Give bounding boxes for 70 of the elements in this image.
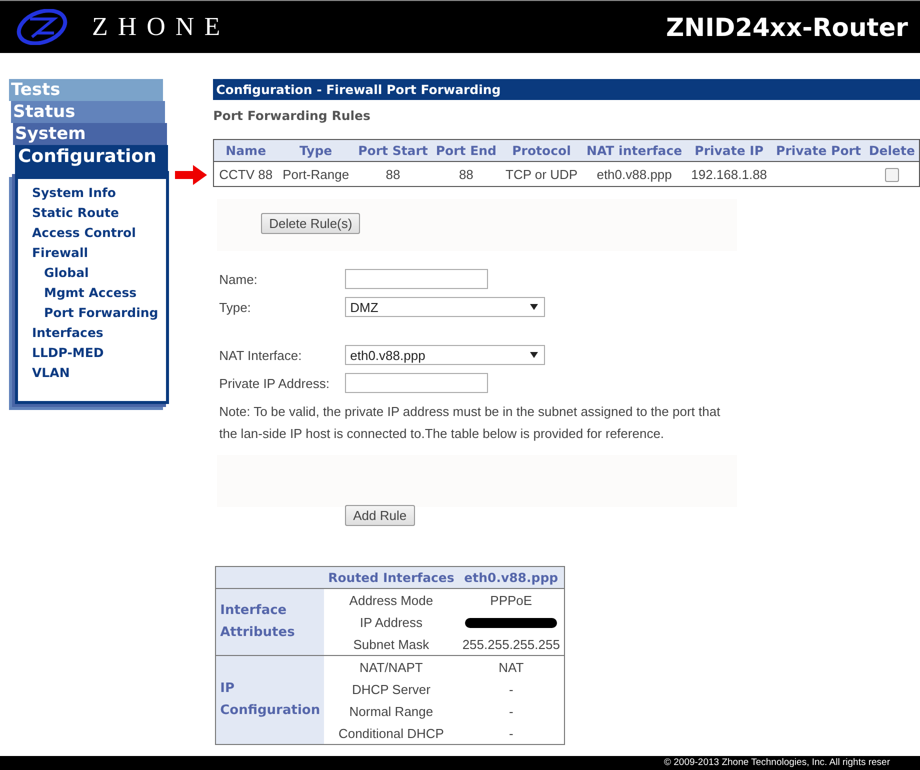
caret-icon [530, 352, 538, 358]
input-field[interactable] [345, 269, 488, 289]
table-cell: - [508, 682, 514, 696]
nav-tab[interactable]: Status [11, 101, 165, 123]
nav-item[interactable]: LLDP-MED [18, 343, 166, 363]
table-cell: 192.168.1.88 [691, 166, 768, 182]
dropdown[interactable]: DMZ [345, 297, 546, 317]
table-cell: NAT/NAPT [360, 660, 423, 674]
field-label: Type: [219, 299, 252, 317]
input-field[interactable] [345, 373, 488, 393]
table-cell: PPPoE [490, 592, 532, 608]
nav-item[interactable]: VLAN [18, 363, 166, 383]
field-label: Name: [219, 271, 258, 289]
nav-item[interactable]: Access Control [18, 223, 166, 243]
nav-item[interactable]: Port Forwarding [18, 303, 166, 323]
delete-rules-button[interactable]: Delete Rule(s) [261, 213, 360, 234]
column-header: eth0.v88.ppp [458, 566, 564, 588]
field-label: NAT Interface: [219, 347, 303, 365]
table-cell: Normal Range [349, 704, 434, 718]
table-cell: - [508, 726, 514, 740]
column-header: NAT interface [582, 140, 686, 162]
brand-name: ZHONE [92, 12, 230, 42]
column-header: Routed Interfaces [324, 566, 458, 588]
nav-item[interactable]: Static Route [18, 203, 166, 223]
table-cell: Address Mode [349, 592, 434, 608]
note-text: the lan-side IP host is connected to.The table below is provided for reference. [219, 425, 666, 443]
nav-item[interactable]: Mgmt Access [18, 283, 166, 303]
section-title: Port Forwarding Rules [213, 108, 372, 123]
device-title: ZNID24xx-Router [666, 12, 908, 42]
table-cell: CCTV 88 [219, 166, 273, 182]
table-cell: Port-Range [282, 166, 350, 182]
column-header: Private Port [772, 140, 865, 162]
group-label: Attributes [220, 624, 296, 642]
nav-item[interactable]: Global [18, 263, 166, 283]
table-cell: eth0.v88.ppp [596, 166, 672, 182]
nav-item[interactable]: Firewall [18, 243, 166, 263]
table-cell: Subnet Mask [353, 636, 430, 652]
arrow-icon [175, 165, 208, 185]
column-header: Port End [432, 140, 501, 162]
table-cell: TCP or UDP [506, 166, 578, 182]
table-cell: - [508, 704, 514, 718]
column-header: Type [278, 140, 354, 162]
table-cell: 88 [386, 166, 400, 182]
table-cell: 255.255.255.255 [462, 636, 560, 652]
copyright-text: © 2009-2013 Zhone Technologies, Inc. All rights reser [664, 757, 890, 768]
logo-icon [14, 9, 70, 45]
nav-tab[interactable]: Configuration [15, 145, 168, 171]
add-rule-button[interactable]: Add Rule [345, 505, 415, 526]
column-header: Delete [864, 140, 920, 162]
delete-checkbox[interactable] [884, 168, 899, 182]
group-label: Interface [220, 602, 288, 620]
column-header: Protocol [500, 140, 583, 162]
note-text: Note: To be valid, the private IP address must be in the subnet assigned to the port that [219, 403, 722, 421]
group-label: IP [220, 680, 236, 698]
table-cell: Conditional DHCP [338, 726, 444, 740]
table-cell: IP Address [360, 614, 423, 630]
table-cell: 88 [458, 166, 474, 182]
caret-icon [530, 304, 538, 310]
column-header: Port Start [354, 140, 432, 162]
column-header: Private IP [686, 140, 772, 162]
group-label: Configuration [220, 702, 320, 720]
dropdown[interactable]: eth0.v88.ppp [345, 345, 546, 365]
nav-tab[interactable]: System [13, 123, 167, 145]
nav-item[interactable]: System Info [18, 183, 166, 203]
page-title: Configuration - Firewall Port Forwarding [213, 79, 920, 100]
table-cell: DHCP Server [352, 682, 430, 696]
table-cell: NAT [498, 660, 524, 674]
nav-item[interactable]: Interfaces [18, 323, 166, 343]
column-header: Name [214, 140, 278, 162]
field-label: Private IP Address: [219, 375, 330, 393]
